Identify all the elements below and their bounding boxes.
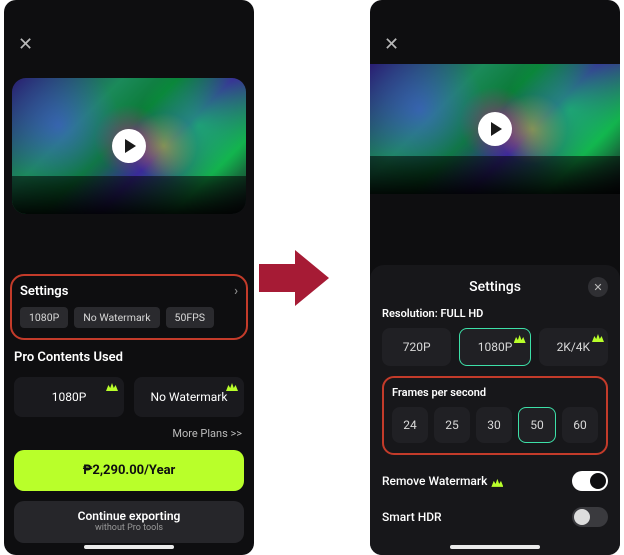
play-icon[interactable] bbox=[478, 112, 512, 146]
crown-icon bbox=[592, 332, 604, 342]
video-preview[interactable] bbox=[12, 78, 246, 214]
remove-watermark-label: Remove Watermark bbox=[382, 474, 503, 488]
crown-icon bbox=[106, 381, 118, 391]
arrow-right-icon bbox=[295, 250, 329, 306]
continue-sublabel: without Pro tools bbox=[14, 523, 244, 533]
screen-before: ✕ Settings › 1080P No Watermark 50FPS Pr… bbox=[4, 0, 254, 555]
pro-card-label: No Watermark bbox=[151, 390, 228, 404]
settings-row-highlight: Settings › 1080P No Watermark 50FPS bbox=[10, 274, 248, 340]
fps-50[interactable]: 50 bbox=[518, 407, 556, 443]
settings-sheet: Settings ✕ Resolution: FULL HD 720P 1080… bbox=[370, 265, 620, 555]
toggle-knob bbox=[590, 473, 606, 489]
pro-card-label: 1080P bbox=[52, 390, 87, 404]
crowd bbox=[370, 156, 620, 194]
sheet-title: Settings bbox=[469, 279, 521, 295]
fps-60[interactable]: 60 bbox=[562, 407, 598, 443]
smart-hdr-row: Smart HDR bbox=[382, 507, 608, 527]
screen-after: ✕ Settings ✕ Resolution: FULL HD 720P 10… bbox=[370, 0, 620, 555]
home-indicator bbox=[450, 545, 540, 549]
close-icon[interactable]: ✕ bbox=[18, 34, 33, 55]
resolution-720p[interactable]: 720P bbox=[382, 328, 451, 366]
settings-row[interactable]: Settings › bbox=[20, 284, 238, 299]
fps-highlight: Frames per second 24 25 30 50 60 bbox=[382, 376, 608, 455]
smart-hdr-toggle[interactable] bbox=[572, 507, 608, 527]
chevron-right-icon: › bbox=[234, 284, 238, 299]
continue-export-button[interactable]: Continue exporting without Pro tools bbox=[14, 501, 244, 543]
resolution-options: 720P 1080P 2K/4K bbox=[382, 328, 608, 366]
chip-watermark: No Watermark bbox=[74, 307, 159, 328]
purchase-button[interactable]: ₱2,290.00/Year bbox=[14, 450, 244, 491]
continue-label: Continue exporting bbox=[14, 509, 244, 523]
resolution-1080p[interactable]: 1080P bbox=[459, 328, 530, 366]
sheet-close-icon[interactable]: ✕ bbox=[588, 277, 608, 297]
pro-card-resolution[interactable]: 1080P bbox=[14, 377, 124, 417]
video-preview[interactable] bbox=[370, 64, 620, 194]
settings-label: Settings bbox=[20, 284, 68, 299]
fps-24[interactable]: 24 bbox=[392, 407, 428, 443]
pro-card-watermark[interactable]: No Watermark bbox=[134, 377, 244, 417]
crown-icon bbox=[514, 333, 526, 343]
fps-label: Frames per second bbox=[392, 386, 598, 399]
toggle-knob bbox=[574, 509, 590, 525]
sheet-header: Settings ✕ bbox=[382, 275, 608, 299]
pro-contents-heading: Pro Contents Used bbox=[14, 350, 244, 365]
settings-chips: 1080P No Watermark 50FPS bbox=[20, 307, 238, 328]
home-indicator bbox=[84, 545, 174, 549]
play-icon[interactable] bbox=[112, 129, 146, 163]
more-plans-link[interactable]: More Plans >> bbox=[4, 427, 242, 440]
resolution-label: Resolution: FULL HD bbox=[382, 307, 608, 320]
fps-options: 24 25 30 50 60 bbox=[392, 407, 598, 443]
chip-fps: 50FPS bbox=[166, 307, 214, 328]
close-icon[interactable]: ✕ bbox=[384, 34, 399, 55]
fps-30[interactable]: 30 bbox=[476, 407, 512, 443]
chip-resolution: 1080P bbox=[20, 307, 68, 328]
crown-icon bbox=[226, 381, 238, 391]
transition-arrow bbox=[254, 0, 370, 555]
crowd bbox=[12, 176, 246, 214]
fps-25[interactable]: 25 bbox=[434, 407, 470, 443]
pro-cards: 1080P No Watermark bbox=[14, 377, 244, 417]
smart-hdr-label: Smart HDR bbox=[382, 510, 442, 524]
resolution-2k4k[interactable]: 2K/4K bbox=[539, 328, 608, 366]
remove-watermark-row: Remove Watermark bbox=[382, 471, 608, 491]
crown-icon bbox=[491, 477, 503, 487]
remove-watermark-toggle[interactable] bbox=[572, 471, 608, 491]
